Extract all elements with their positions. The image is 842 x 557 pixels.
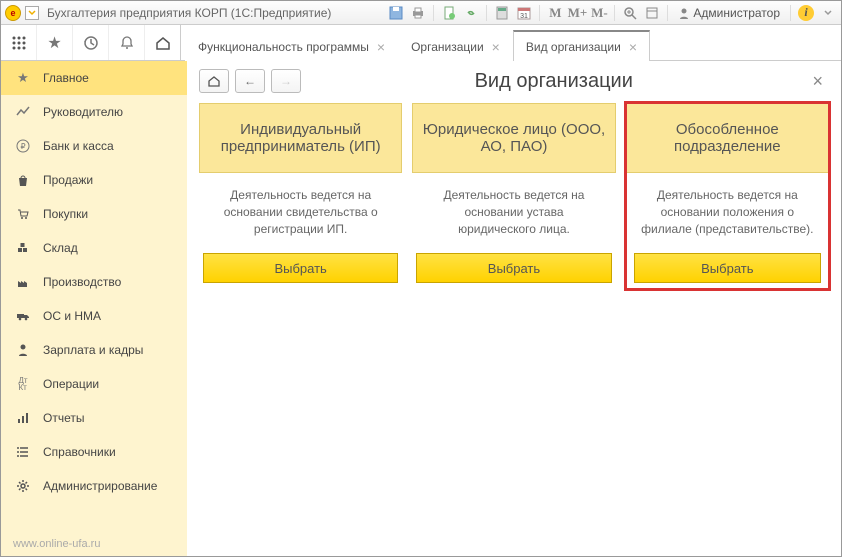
sidebar-item-reports[interactable]: Отчеты <box>1 401 187 435</box>
sidebar-item-label: Продажи <box>43 173 93 187</box>
sidebar-item-manager[interactable]: Руководителю <box>1 95 187 129</box>
truck-icon <box>15 309 31 323</box>
tab-label: Вид организации <box>526 40 621 54</box>
card-legal: Юридическое лицо (ООО, АО, ПАО) Деятельн… <box>412 103 615 289</box>
m-button[interactable]: M <box>546 4 564 22</box>
card-desc: Деятельность ведется на основании устава… <box>412 173 615 253</box>
sidebar-item-salary[interactable]: Зарплата и кадры <box>1 333 187 367</box>
sidebar-item-main[interactable]: ★ Главное <box>1 61 187 95</box>
card-title: Юридическое лицо (ООО, АО, ПАО) <box>412 103 615 173</box>
sidebar-item-label: Главное <box>43 71 89 85</box>
factory-icon <box>15 275 31 289</box>
sidebar-item-label: Справочники <box>43 445 116 459</box>
sidebar-item-purchases[interactable]: Покупки <box>1 197 187 231</box>
m-minus-button[interactable]: M- <box>590 4 608 22</box>
close-icon[interactable]: × <box>377 42 385 52</box>
apps-grid-icon[interactable] <box>1 25 37 60</box>
page-title: Вид организации <box>301 70 806 93</box>
sidebar: ★ Главное Руководителю ₽ Банк и касса Пр… <box>1 61 187 556</box>
sidebar-item-label: Руководителю <box>43 105 123 119</box>
print-icon[interactable] <box>409 4 427 22</box>
sidebar-item-warehouse[interactable]: Склад <box>1 231 187 265</box>
operations-icon: ДтКт <box>15 377 31 391</box>
calculator-icon[interactable] <box>493 4 511 22</box>
chart-icon <box>15 105 31 119</box>
tabbar: ★ Функциональность программы × Организац… <box>1 25 841 61</box>
main-panel: ← → Вид организации × Индивидуальный пре… <box>187 61 841 556</box>
card-subdivision: Обособленное подразделение Деятельность … <box>626 103 829 289</box>
sidebar-item-label: Покупки <box>43 207 88 221</box>
person-icon <box>15 343 31 357</box>
star-icon: ★ <box>15 70 31 86</box>
calendar-icon[interactable]: 31 <box>515 4 533 22</box>
back-button[interactable]: ← <box>235 69 265 93</box>
sidebar-item-sales[interactable]: Продажи <box>1 163 187 197</box>
user-menu[interactable]: Администратор <box>674 6 784 20</box>
m-plus-button[interactable]: M+ <box>568 4 586 22</box>
bars-icon <box>15 411 31 425</box>
sidebar-item-label: ОС и НМА <box>43 309 101 323</box>
home-icon[interactable] <box>145 25 181 60</box>
watermark: www.online-ufa.ru <box>1 532 187 556</box>
app-logo-icon: e <box>5 5 21 21</box>
bag-icon <box>15 173 31 187</box>
close-panel-button[interactable]: × <box>806 71 829 92</box>
zoom-icon[interactable] <box>621 4 639 22</box>
select-legal-button[interactable]: Выбрать <box>416 253 611 283</box>
cart-icon <box>15 207 31 221</box>
tab-label: Функциональность программы <box>198 40 369 54</box>
save-icon[interactable] <box>387 4 405 22</box>
ruble-icon: ₽ <box>15 139 31 153</box>
select-subdivision-button[interactable]: Выбрать <box>634 253 821 283</box>
sidebar-item-label: Производство <box>43 275 121 289</box>
person-icon <box>678 7 690 19</box>
sidebar-item-label: Зарплата и кадры <box>43 343 143 357</box>
card-ip: Индивидуальный предприниматель (ИП) Деят… <box>199 103 402 289</box>
tab-label: Организации <box>411 40 484 54</box>
link-icon[interactable] <box>462 4 480 22</box>
svg-text:31: 31 <box>521 13 529 20</box>
titlebar: e Бухгалтерия предприятия КОРП (1С:Предп… <box>1 1 841 25</box>
gear-icon <box>15 479 31 493</box>
list-icon <box>15 445 31 459</box>
tab-org-type[interactable]: Вид организации × <box>513 30 650 61</box>
sidebar-item-label: Банк и касса <box>43 139 114 153</box>
forward-button[interactable]: → <box>271 69 301 93</box>
tab-organizations[interactable]: Организации × <box>398 31 513 61</box>
bell-icon[interactable] <box>109 25 145 60</box>
sidebar-item-label: Администрирование <box>43 479 157 493</box>
app-menu-dropdown[interactable] <box>25 6 39 20</box>
sidebar-item-assets[interactable]: ОС и НМА <box>1 299 187 333</box>
sidebar-item-admin[interactable]: Администрирование <box>1 469 187 503</box>
sidebar-item-label: Отчеты <box>43 411 84 425</box>
sidebar-item-label: Операции <box>43 377 99 391</box>
card-desc: Деятельность ведется на основании свидет… <box>199 173 402 253</box>
window-icon[interactable] <box>643 4 661 22</box>
app-title: Бухгалтерия предприятия КОРП (1С:Предпри… <box>47 6 331 20</box>
user-name: Администратор <box>693 6 780 20</box>
home-button[interactable] <box>199 69 229 93</box>
info-button[interactable]: i <box>797 4 815 22</box>
close-icon[interactable]: × <box>629 42 637 52</box>
card-title: Обособленное подразделение <box>626 103 829 173</box>
svg-text:₽: ₽ <box>20 142 25 151</box>
info-dropdown[interactable] <box>819 4 837 22</box>
sidebar-item-operations[interactable]: ДтКт Операции <box>1 367 187 401</box>
close-icon[interactable]: × <box>492 42 500 52</box>
boxes-icon <box>15 241 31 255</box>
sidebar-item-bank[interactable]: ₽ Банк и касса <box>1 129 187 163</box>
tab-functionality[interactable]: Функциональность программы × <box>185 31 398 61</box>
sidebar-item-production[interactable]: Производство <box>1 265 187 299</box>
doc-icon[interactable] <box>440 4 458 22</box>
select-ip-button[interactable]: Выбрать <box>203 253 398 283</box>
favorite-icon[interactable]: ★ <box>37 25 73 60</box>
sidebar-item-label: Склад <box>43 241 78 255</box>
card-title: Индивидуальный предприниматель (ИП) <box>199 103 402 173</box>
history-icon[interactable] <box>73 25 109 60</box>
sidebar-item-catalogs[interactable]: Справочники <box>1 435 187 469</box>
card-desc: Деятельность ведется на основании положе… <box>626 173 829 253</box>
